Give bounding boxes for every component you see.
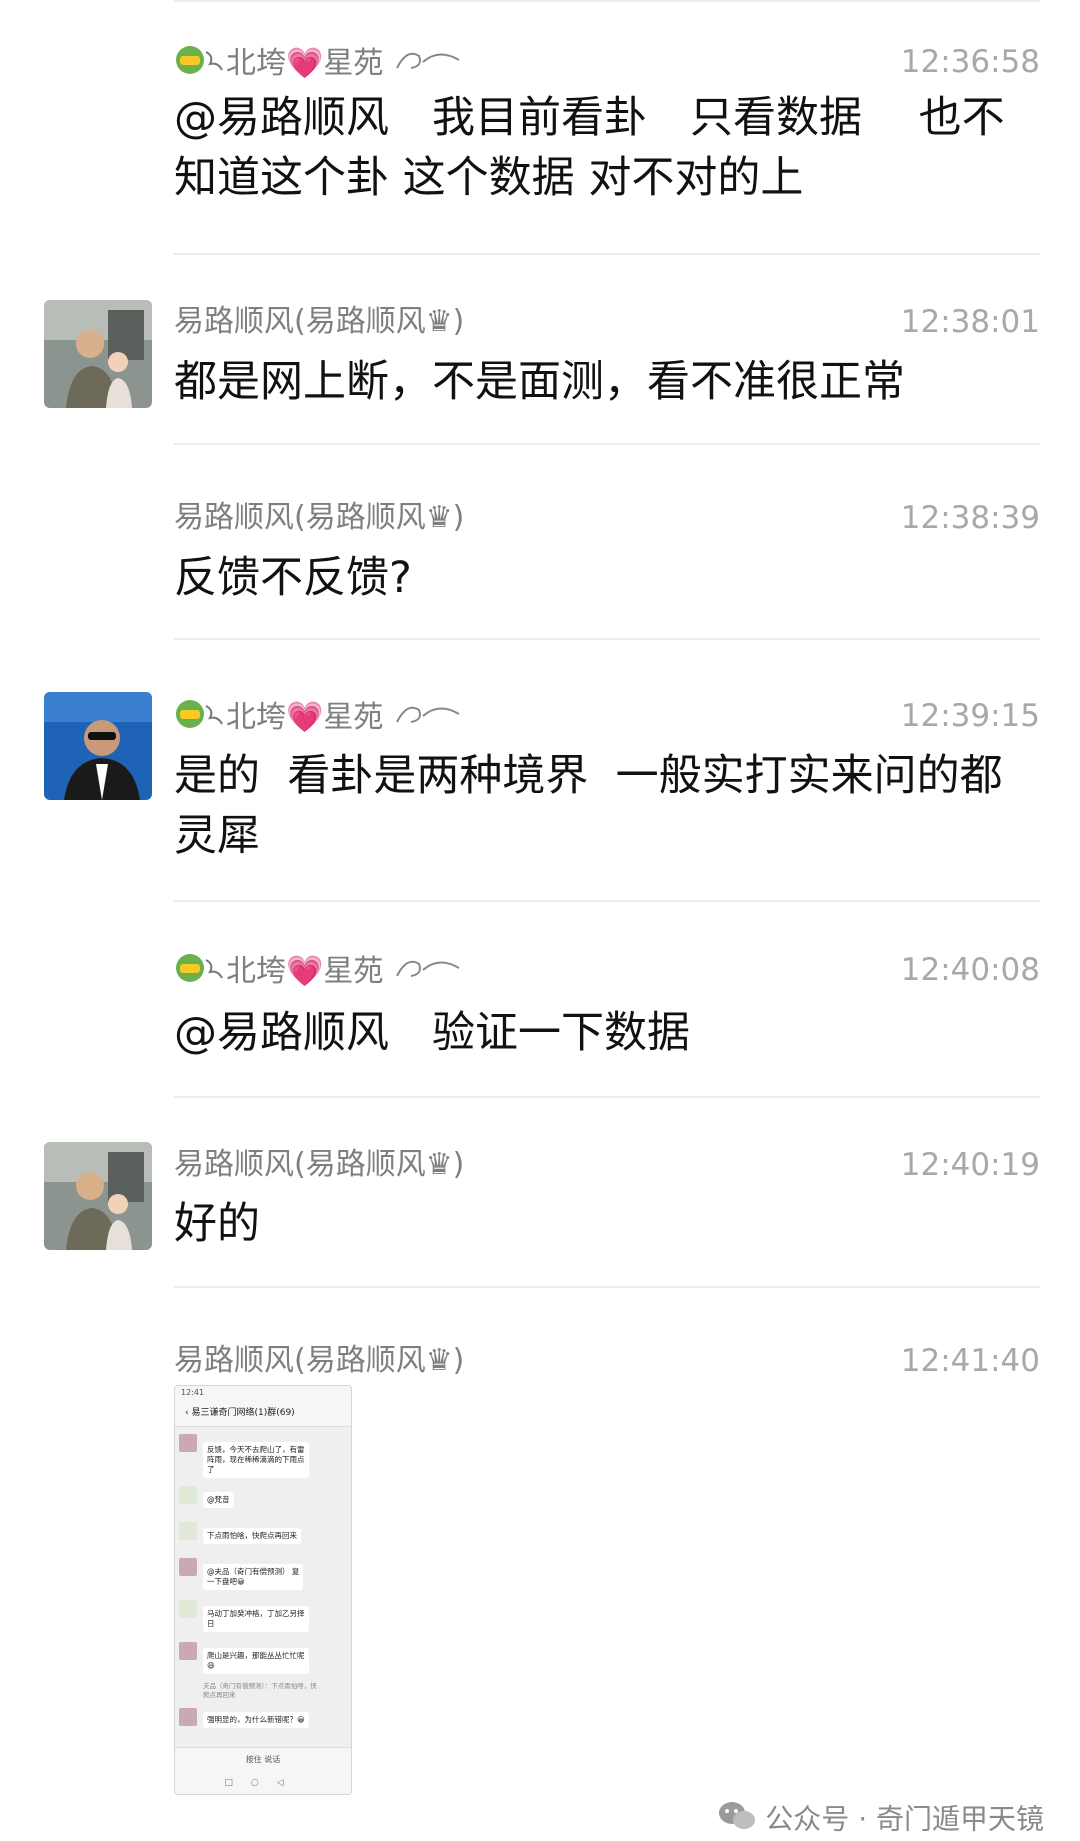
thumb-bubble: 反馈，今天不去爬山了，有雷 阵雨，现在稀稀滴滴的下雨点 了	[203, 1442, 309, 1478]
sender-name: 北垮💗星苑	[174, 696, 463, 741]
avatar[interactable]	[44, 300, 152, 408]
thumb-avatar	[179, 1434, 197, 1452]
message-text[interactable]: 好的	[174, 1194, 1040, 1254]
sender-name: 北垮💗星苑	[174, 42, 463, 87]
sender-name: 易路顺风(易路顺风♛)	[174, 1147, 465, 1182]
message-time: 12:40:08	[900, 952, 1040, 988]
message-text[interactable]: 是的 看卦是两种境界 一般实打实来问的都灵犀	[174, 746, 1040, 866]
dragon-emoji-icon	[174, 950, 226, 995]
thumb-chat-title: ‹ 易三谦奇门网络(1)群(69)	[175, 1400, 351, 1427]
sender-name: 易路顺风(易路顺风♛)	[174, 500, 465, 535]
message-time: 12:39:15	[900, 698, 1040, 734]
sender-name: 易路顺风(易路顺风♛)	[174, 304, 465, 339]
avatar[interactable]	[44, 1142, 152, 1250]
thumb-bubble: 下点雨怕啥，快爬点再回来	[203, 1528, 301, 1544]
thumb-input-bar: 按住 说话	[175, 1747, 351, 1772]
message-divider	[174, 900, 1040, 902]
thumb-bubble: @夫品（奇门有偿预测） 复 一下盘吧😀	[203, 1564, 304, 1590]
thumb-bubble: 爬山是兴趣，那能丛丛忙忙呢 😄	[203, 1648, 309, 1674]
message-time: 12:40:19	[900, 1147, 1040, 1183]
thumb-nav-bar: □○◁	[175, 1772, 351, 1794]
message-time: 12:38:39	[900, 500, 1040, 536]
watermark: 公众号 · 奇门遁甲天镜	[717, 1800, 1044, 1841]
thumb-avatar	[179, 1558, 197, 1576]
thumb-bubble: @梵音	[203, 1492, 234, 1508]
message-text[interactable]: 反馈不反馈?	[174, 548, 1040, 608]
message-text[interactable]: @易路顺风 验证一下数据	[174, 1003, 1040, 1063]
sender-name: 北垮💗星苑	[174, 950, 463, 995]
dragon-emoji-icon	[174, 696, 226, 741]
dragon-emoji-icon	[174, 42, 226, 87]
thumb-avatar	[179, 1600, 197, 1618]
message-divider	[174, 1096, 1040, 1098]
sender-name: 易路顺风(易路顺风♛)	[174, 1343, 465, 1378]
thumb-avatar	[179, 1522, 197, 1540]
top-divider	[174, 0, 1040, 2]
thumb-status-bar: 12:41	[175, 1386, 351, 1400]
message-time: 12:36:58	[900, 44, 1040, 80]
message-divider	[174, 443, 1040, 445]
message-divider	[174, 1286, 1040, 1288]
thumb-bubble: 马动丁加癸冲格，丁加乙另择 日	[203, 1606, 309, 1632]
thumb-avatar	[179, 1486, 197, 1504]
wechat-icon	[717, 1800, 757, 1841]
thumb-bubble: 强明显的，为什么新错呢？😀	[203, 1712, 309, 1728]
thumb-avatar	[179, 1708, 197, 1726]
message-time: 12:38:01	[900, 304, 1040, 340]
avatar[interactable]	[44, 692, 152, 800]
message-text[interactable]: @易路顺风 我目前看卦 只看数据 也不知道这个卦 这个数据 对不对的上	[174, 88, 1040, 208]
message-time: 12:41:40	[900, 1343, 1040, 1379]
shared-image-thumbnail[interactable]: 12:41 ‹ 易三谦奇门网络(1)群(69) 反馈，今天不去爬山了，有雷 阵雨…	[174, 1385, 352, 1795]
wing-emoji-icon	[393, 952, 463, 993]
thumb-avatar	[179, 1642, 197, 1660]
message-text[interactable]: 都是网上断，不是面测，看不准很正常	[174, 352, 1040, 412]
wing-emoji-icon	[393, 44, 463, 85]
message-divider	[174, 638, 1040, 640]
thumb-system-note: 夫品（奇门有偿预测）：下点雨怕啥，快 爬点再回来	[203, 1682, 317, 1699]
message-divider	[174, 253, 1040, 255]
wing-emoji-icon	[393, 698, 463, 739]
